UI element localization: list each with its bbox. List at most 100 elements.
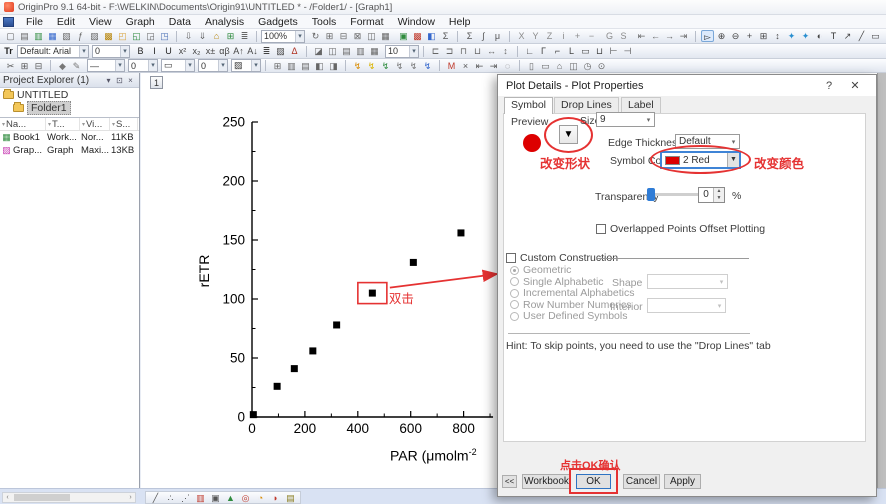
column-header-vi[interactable]: ▾Vi... bbox=[80, 118, 110, 130]
worksheet-view-icon[interactable]: ▦ bbox=[379, 30, 392, 42]
menu-help[interactable]: Help bbox=[442, 16, 478, 28]
quick-peaks-icon[interactable]: ↯ bbox=[365, 60, 378, 72]
workbook-button[interactable]: Workbook bbox=[522, 474, 571, 489]
spin-down-icon[interactable]: ▼ bbox=[714, 195, 724, 202]
dialog-help-icon[interactable]: ? bbox=[816, 80, 842, 92]
radio-incremental-alphabetics[interactable]: Incremental Alphabetics bbox=[510, 288, 634, 298]
color-manager-icon[interactable]: ▩ bbox=[411, 30, 424, 42]
add-layer-icon[interactable]: ⊟ bbox=[337, 30, 350, 42]
import-excel-icon[interactable]: ⊞ bbox=[224, 30, 237, 42]
graph-child-window-icon[interactable] bbox=[3, 17, 14, 27]
minus-icon[interactable]: − bbox=[585, 30, 598, 42]
column-header-na[interactable]: ▾Na... bbox=[0, 118, 46, 130]
z-scale-icon[interactable]: Z bbox=[543, 30, 556, 42]
data-point[interactable] bbox=[309, 347, 316, 354]
menu-data[interactable]: Data bbox=[162, 16, 198, 28]
scale-snap-icon[interactable]: S bbox=[617, 30, 630, 42]
new-notes-icon[interactable]: ▩ bbox=[102, 30, 115, 42]
selection-on-active-plot-icon[interactable]: ✦ bbox=[785, 30, 798, 42]
pan-right-icon[interactable]: → bbox=[663, 30, 676, 42]
decrease-font-icon[interactable]: A↓ bbox=[246, 45, 259, 57]
layout-landscape-icon[interactable]: ▭ bbox=[539, 60, 552, 72]
info-icon[interactable]: i bbox=[557, 30, 570, 42]
spin-up-icon[interactable]: ▲ bbox=[714, 188, 724, 195]
open-template-icon[interactable]: ◲ bbox=[144, 30, 157, 42]
axes-top-right-icon[interactable]: ⌐ bbox=[551, 45, 564, 57]
frame-width-combo[interactable]: 0▾ bbox=[198, 59, 228, 72]
highlight-icon[interactable]: ▨ bbox=[274, 45, 287, 57]
area-plot-icon[interactable]: ▲ bbox=[224, 492, 237, 504]
import-wizard-icon[interactable]: ⌂ bbox=[210, 30, 223, 42]
open-properties-icon[interactable]: ◪ bbox=[312, 45, 325, 57]
align-left-icon[interactable]: ⊏ bbox=[429, 45, 442, 57]
column-header-t[interactable]: ▾T... bbox=[46, 118, 80, 130]
row-format-icon[interactable]: ▤ bbox=[299, 60, 312, 72]
crosshair-icon[interactable]: + bbox=[571, 30, 584, 42]
import-multiple-icon[interactable]: ⇓ bbox=[196, 30, 209, 42]
slider-thumb[interactable] bbox=[647, 188, 655, 201]
axes-top-left-icon[interactable]: Γ bbox=[537, 45, 550, 57]
panel-close-icon[interactable]: × bbox=[125, 76, 136, 85]
pan-first-icon[interactable]: ⇤ bbox=[635, 30, 648, 42]
pattern-icon[interactable]: ▤ bbox=[340, 45, 353, 57]
mask-tool-icon[interactable]: ◐ bbox=[813, 30, 826, 42]
dialog-close-icon[interactable]: ✕ bbox=[842, 79, 868, 92]
scatter-plot-icon[interactable]: ∴ bbox=[164, 492, 177, 504]
zoom-in-tool-icon[interactable]: ⊕ bbox=[715, 30, 728, 42]
line-symbol-plot-icon[interactable]: ⋰ bbox=[179, 492, 192, 504]
font-size-combo[interactable]: 0▾ bbox=[92, 45, 130, 58]
line-width-combo[interactable]: 0▾ bbox=[128, 59, 158, 72]
tab-drop-lines[interactable]: Drop Lines bbox=[554, 97, 619, 113]
data-selector-tool-icon[interactable]: ↕ bbox=[771, 30, 784, 42]
data-point[interactable] bbox=[369, 290, 376, 297]
collapse-button[interactable]: << bbox=[502, 475, 517, 488]
italic-icon[interactable]: I bbox=[148, 45, 161, 57]
menu-graph[interactable]: Graph bbox=[119, 16, 162, 28]
clock-icon[interactable]: ◷ bbox=[581, 60, 594, 72]
new-workbook-icon[interactable]: ▤ bbox=[18, 30, 31, 42]
edge-thickness-combo[interactable]: Default▾ bbox=[675, 134, 740, 149]
style-more-icon[interactable]: ▦ bbox=[368, 45, 381, 57]
menu-window[interactable]: Window bbox=[391, 16, 442, 28]
new-matrix-icon[interactable]: ▧ bbox=[60, 30, 73, 42]
degree-icon[interactable]: ⊙ bbox=[595, 60, 608, 72]
prev-mask-icon[interactable]: ⇤ bbox=[473, 60, 486, 72]
axes-bottom-left-icon[interactable]: ∟ bbox=[523, 45, 536, 57]
open-icon[interactable]: ◰ bbox=[116, 30, 129, 42]
regional-data-selector-icon[interactable]: ✦ bbox=[799, 30, 812, 42]
layer-format-icon[interactable]: ◧ bbox=[313, 60, 326, 72]
panel-pin-icon[interactable]: ⊡ bbox=[114, 76, 125, 85]
axes-bottom-right-icon[interactable]: L bbox=[565, 45, 578, 57]
menu-gadgets[interactable]: Gadgets bbox=[251, 16, 305, 28]
scroll-right-icon[interactable]: › bbox=[126, 494, 135, 501]
average-icon[interactable]: μ bbox=[491, 30, 504, 42]
palette-icon[interactable]: ▥ bbox=[354, 45, 367, 57]
tree-item-folder1[interactable]: Folder1 bbox=[0, 101, 139, 114]
quick-fit-icon[interactable]: ↯ bbox=[351, 60, 364, 72]
column-format-icon[interactable]: ▥ bbox=[285, 60, 298, 72]
column-header-s[interactable]: ▾S... bbox=[110, 118, 138, 130]
panel-dropdown-icon[interactable]: ▾ bbox=[103, 76, 114, 85]
increase-font-icon[interactable]: A↑ bbox=[232, 45, 245, 57]
code-builder-icon[interactable]: Σ bbox=[439, 30, 452, 42]
theme-organizer-icon[interactable]: ▣ bbox=[397, 30, 410, 42]
tab-label[interactable]: Label bbox=[621, 97, 661, 113]
merge-graph-icon[interactable]: ◫ bbox=[365, 30, 378, 42]
frame-combo[interactable]: ▭▾ bbox=[161, 59, 195, 72]
quick-stats-icon[interactable]: ↯ bbox=[379, 60, 392, 72]
data-point[interactable] bbox=[333, 321, 340, 328]
superscript-icon[interactable]: x² bbox=[176, 45, 189, 57]
layout-portrait-icon[interactable]: ▯ bbox=[525, 60, 538, 72]
clear-mask-icon[interactable]: ◌ bbox=[501, 60, 514, 72]
new-layout-icon[interactable]: ▨ bbox=[88, 30, 101, 42]
mirror-icon[interactable]: ◫ bbox=[326, 45, 339, 57]
quick-report-icon[interactable]: ↯ bbox=[421, 60, 434, 72]
line-tool-icon[interactable]: ╱ bbox=[855, 30, 868, 42]
pie-plot-icon[interactable]: ◔ bbox=[254, 492, 267, 504]
graph-vertical-scrollbar[interactable] bbox=[877, 73, 886, 488]
font-combo[interactable]: Default: Arial▾ bbox=[17, 45, 89, 58]
super-subscript-icon[interactable]: x± bbox=[204, 45, 217, 57]
underline-icon[interactable]: U bbox=[162, 45, 175, 57]
layout-split-icon[interactable]: ◫ bbox=[567, 60, 580, 72]
import-ascii-icon[interactable]: ⇩ bbox=[182, 30, 195, 42]
